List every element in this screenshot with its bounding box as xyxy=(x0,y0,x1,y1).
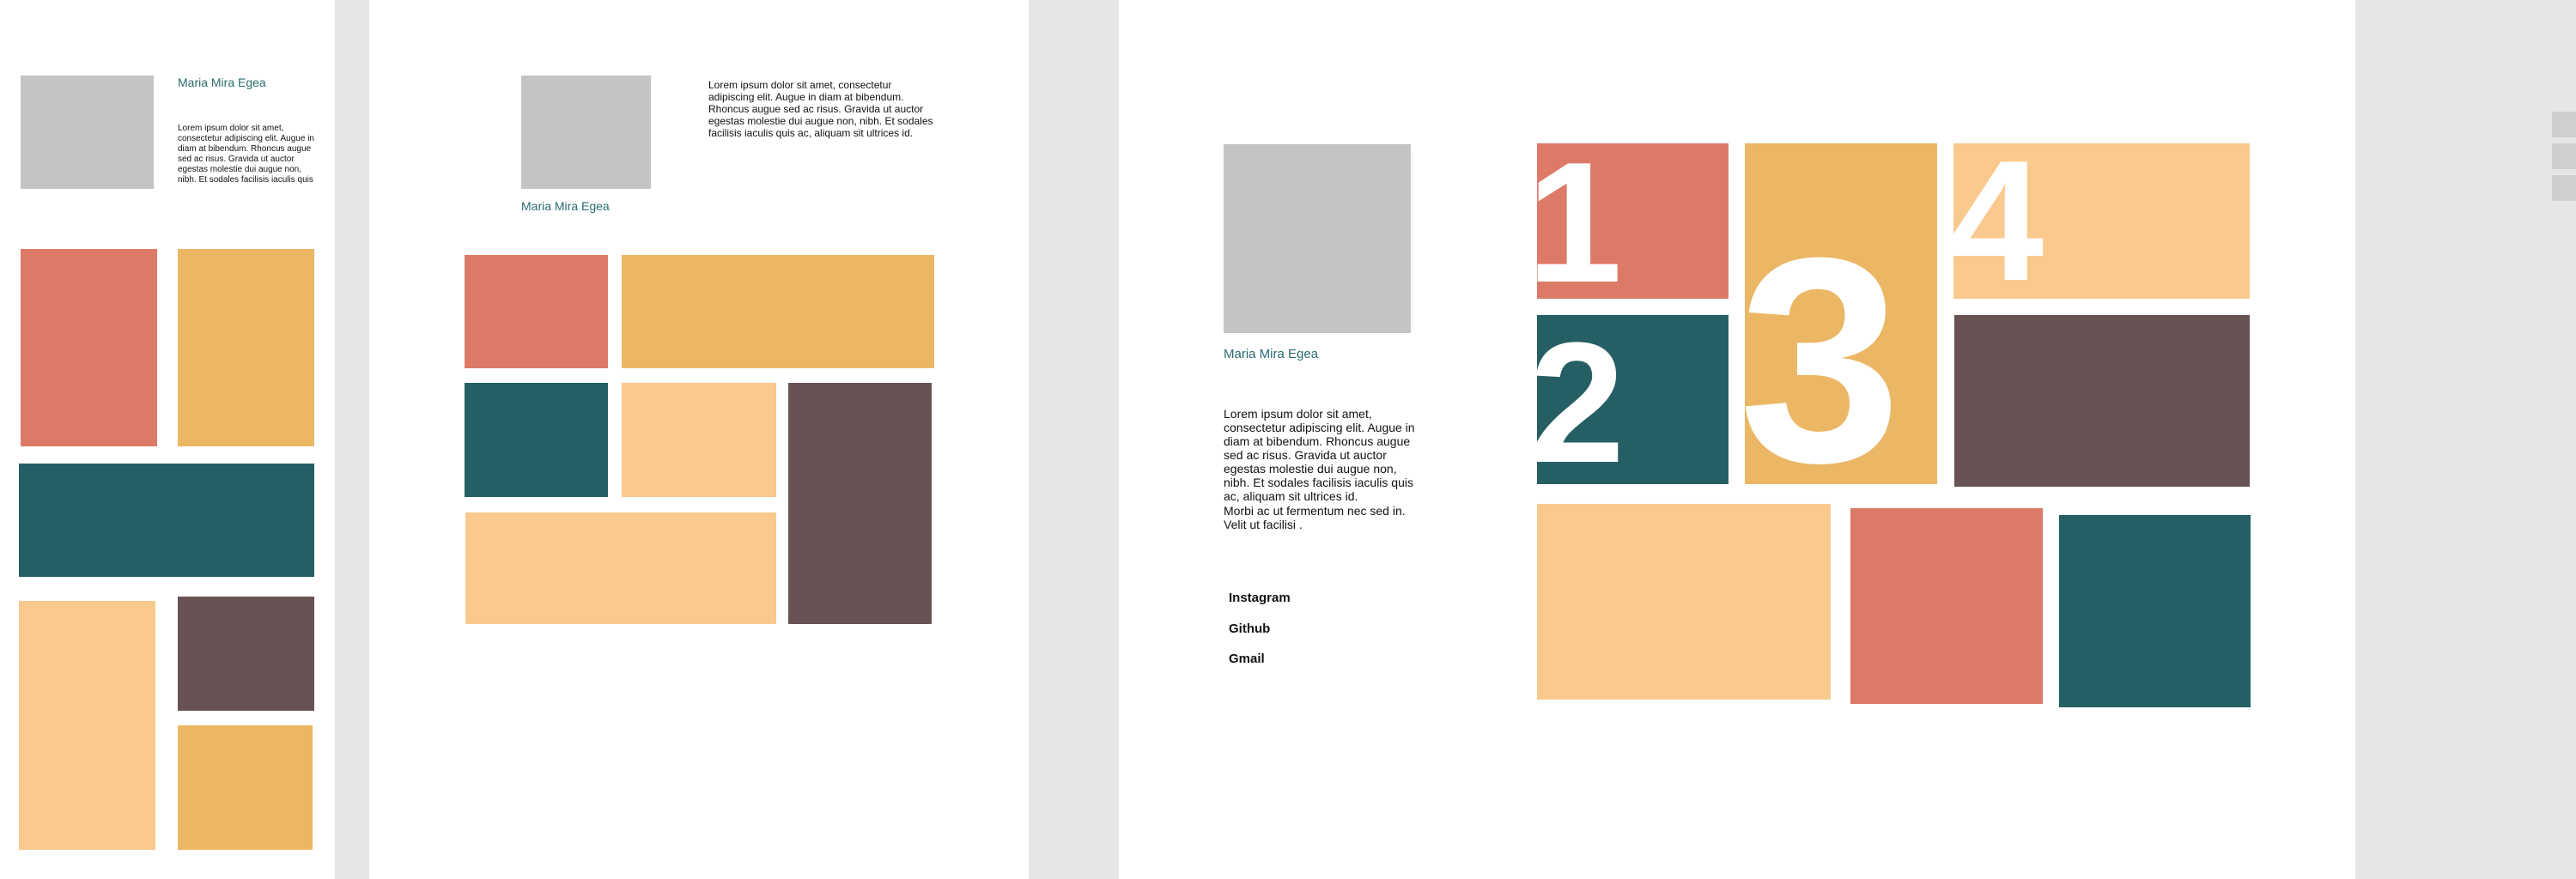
number-two: 2 xyxy=(1529,307,1625,499)
tile-peach-wide[interactable] xyxy=(465,512,776,624)
tile-coral-bottom[interactable] xyxy=(1850,508,2043,704)
frame-tablet: Maria Mira Egea Lorem ipsum dolor sit am… xyxy=(369,0,1029,879)
number-three: 3 xyxy=(1739,197,1902,524)
tile-yellow[interactable] xyxy=(178,249,314,446)
profile-image-placeholder xyxy=(21,76,154,189)
tile-brown[interactable] xyxy=(1954,315,2250,487)
profile-description: Lorem ipsum dolor sit amet, consectetur … xyxy=(708,79,933,139)
tile-yellow[interactable] xyxy=(622,255,934,368)
tile-brown[interactable] xyxy=(788,383,932,624)
number-four: 4 xyxy=(1948,125,2044,317)
profile-description: Lorem ipsum dolor sit amet, consectetur … xyxy=(178,124,314,185)
profile-name: Maria Mira Egea xyxy=(521,199,610,213)
side-tab-3[interactable] xyxy=(2552,175,2576,201)
gmail-link[interactable]: Gmail xyxy=(1229,652,1265,666)
tile-peach[interactable] xyxy=(19,601,155,850)
tile-coral[interactable] xyxy=(465,255,608,368)
tile-teal[interactable] xyxy=(465,383,608,497)
profile-image-placeholder xyxy=(1224,144,1411,333)
instagram-link[interactable]: Instagram xyxy=(1229,591,1291,605)
tile-teal[interactable] xyxy=(19,464,314,577)
tile-coral[interactable] xyxy=(21,249,157,446)
profile-name: Maria Mira Egea xyxy=(1224,347,1319,361)
profile-description-extra: Morbi ac ut fermentum nec sed in. Velit … xyxy=(1224,504,1406,531)
number-one: 1 xyxy=(1527,127,1622,318)
tile-peach[interactable] xyxy=(622,383,776,497)
side-tab-1[interactable] xyxy=(2552,112,2576,137)
tile-brown[interactable] xyxy=(178,597,314,711)
frame-desktop: Maria Mira Egea Lorem ipsum dolor sit am… xyxy=(1119,0,2355,879)
tile-peach-bottom[interactable] xyxy=(1537,504,1831,700)
frame-mobile: Maria Mira Egea Lorem ipsum dolor sit am… xyxy=(0,0,335,879)
tile-yellow-2[interactable] xyxy=(178,725,313,850)
github-link[interactable]: Github xyxy=(1229,621,1270,636)
side-tab-2[interactable] xyxy=(2552,143,2576,169)
tile-teal-bottom[interactable] xyxy=(2059,515,2251,707)
profile-name: Maria Mira Egea xyxy=(178,76,266,89)
profile-image-placeholder xyxy=(521,76,651,189)
profile-description: Lorem ipsum dolor sit amet, consectetur … xyxy=(1224,407,1415,503)
